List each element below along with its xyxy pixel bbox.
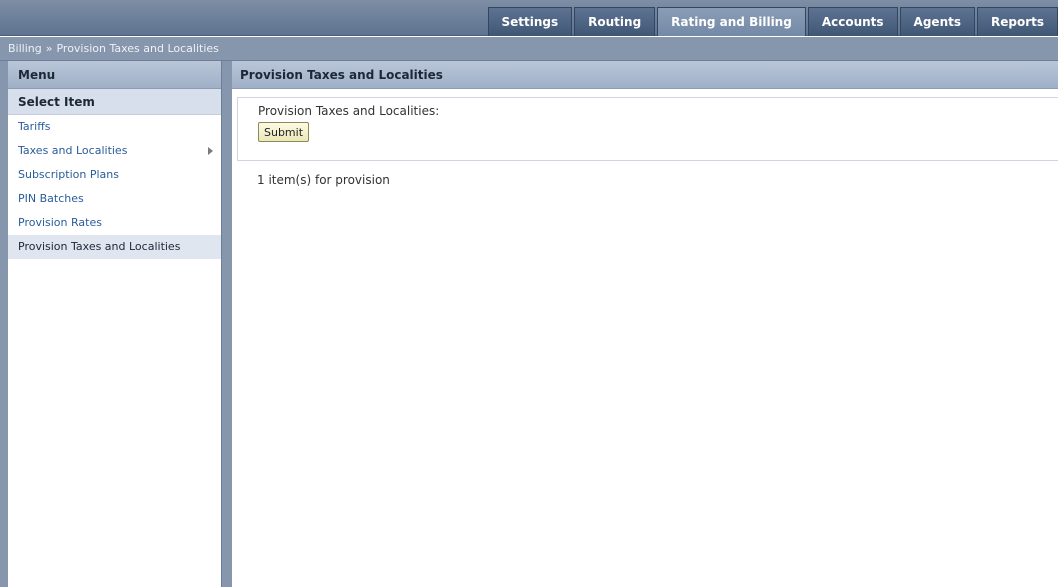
provision-form: Provision Taxes and Localities: Submit <box>237 97 1058 161</box>
tab-agents[interactable]: Agents <box>899 7 975 36</box>
sidebar-item-label: Provision Rates <box>18 216 102 229</box>
tab-reports[interactable]: Reports <box>976 7 1058 36</box>
sidebar-item-label: Taxes and Localities <box>18 144 128 157</box>
side-menu-subtitle: Select Item <box>8 89 221 115</box>
submit-button[interactable]: Submit <box>258 122 310 142</box>
sidebar-item-label: Tariffs <box>18 120 51 133</box>
form-label: Provision Taxes and Localities: <box>258 104 440 118</box>
breadcrumb: Billing» Provision Taxes and Localities <box>0 37 1058 61</box>
main-content: Provision Taxes and Localities Provision… <box>232 61 1058 587</box>
sidebar-item-label: Subscription Plans <box>18 168 119 181</box>
breadcrumb-current: Provision Taxes and Localities <box>56 42 219 55</box>
breadcrumb-parent[interactable]: Billing <box>8 42 42 55</box>
breadcrumb-separator: » <box>45 42 53 55</box>
sidebar-item-provision-taxes-and-localities[interactable]: Provision Taxes and Localities <box>8 235 221 259</box>
tab-routing[interactable]: Routing <box>574 7 656 36</box>
tab-rating-and-billing[interactable]: Rating and Billing <box>657 7 806 36</box>
side-menu-title: Menu <box>8 61 221 89</box>
tab-settings[interactable]: Settings <box>487 7 573 36</box>
side-menu: Menu Select Item Tariffs Taxes and Local… <box>0 61 222 587</box>
sidebar-item-pin-batches[interactable]: PIN Batches <box>8 187 221 211</box>
sidebar-item-subscription-plans[interactable]: Subscription Plans <box>8 163 221 187</box>
sidebar-item-tariffs[interactable]: Tariffs <box>8 115 221 139</box>
sidebar-item-taxes-and-localities[interactable]: Taxes and Localities <box>8 139 221 163</box>
tab-accounts[interactable]: Accounts <box>807 7 898 36</box>
sidebar-item-provision-rates[interactable]: Provision Rates <box>8 211 221 235</box>
chevron-right-icon <box>208 147 213 155</box>
main-nav: Settings Routing Rating and Billing Acco… <box>486 7 1058 36</box>
top-bar: Settings Routing Rating and Billing Acco… <box>0 0 1058 36</box>
layout-divider <box>222 61 232 587</box>
sidebar-item-label: Provision Taxes and Localities <box>18 240 181 253</box>
page-title: Provision Taxes and Localities <box>232 61 1058 89</box>
sidebar-item-label: PIN Batches <box>18 192 84 205</box>
provision-status: 1 item(s) for provision <box>257 173 390 187</box>
